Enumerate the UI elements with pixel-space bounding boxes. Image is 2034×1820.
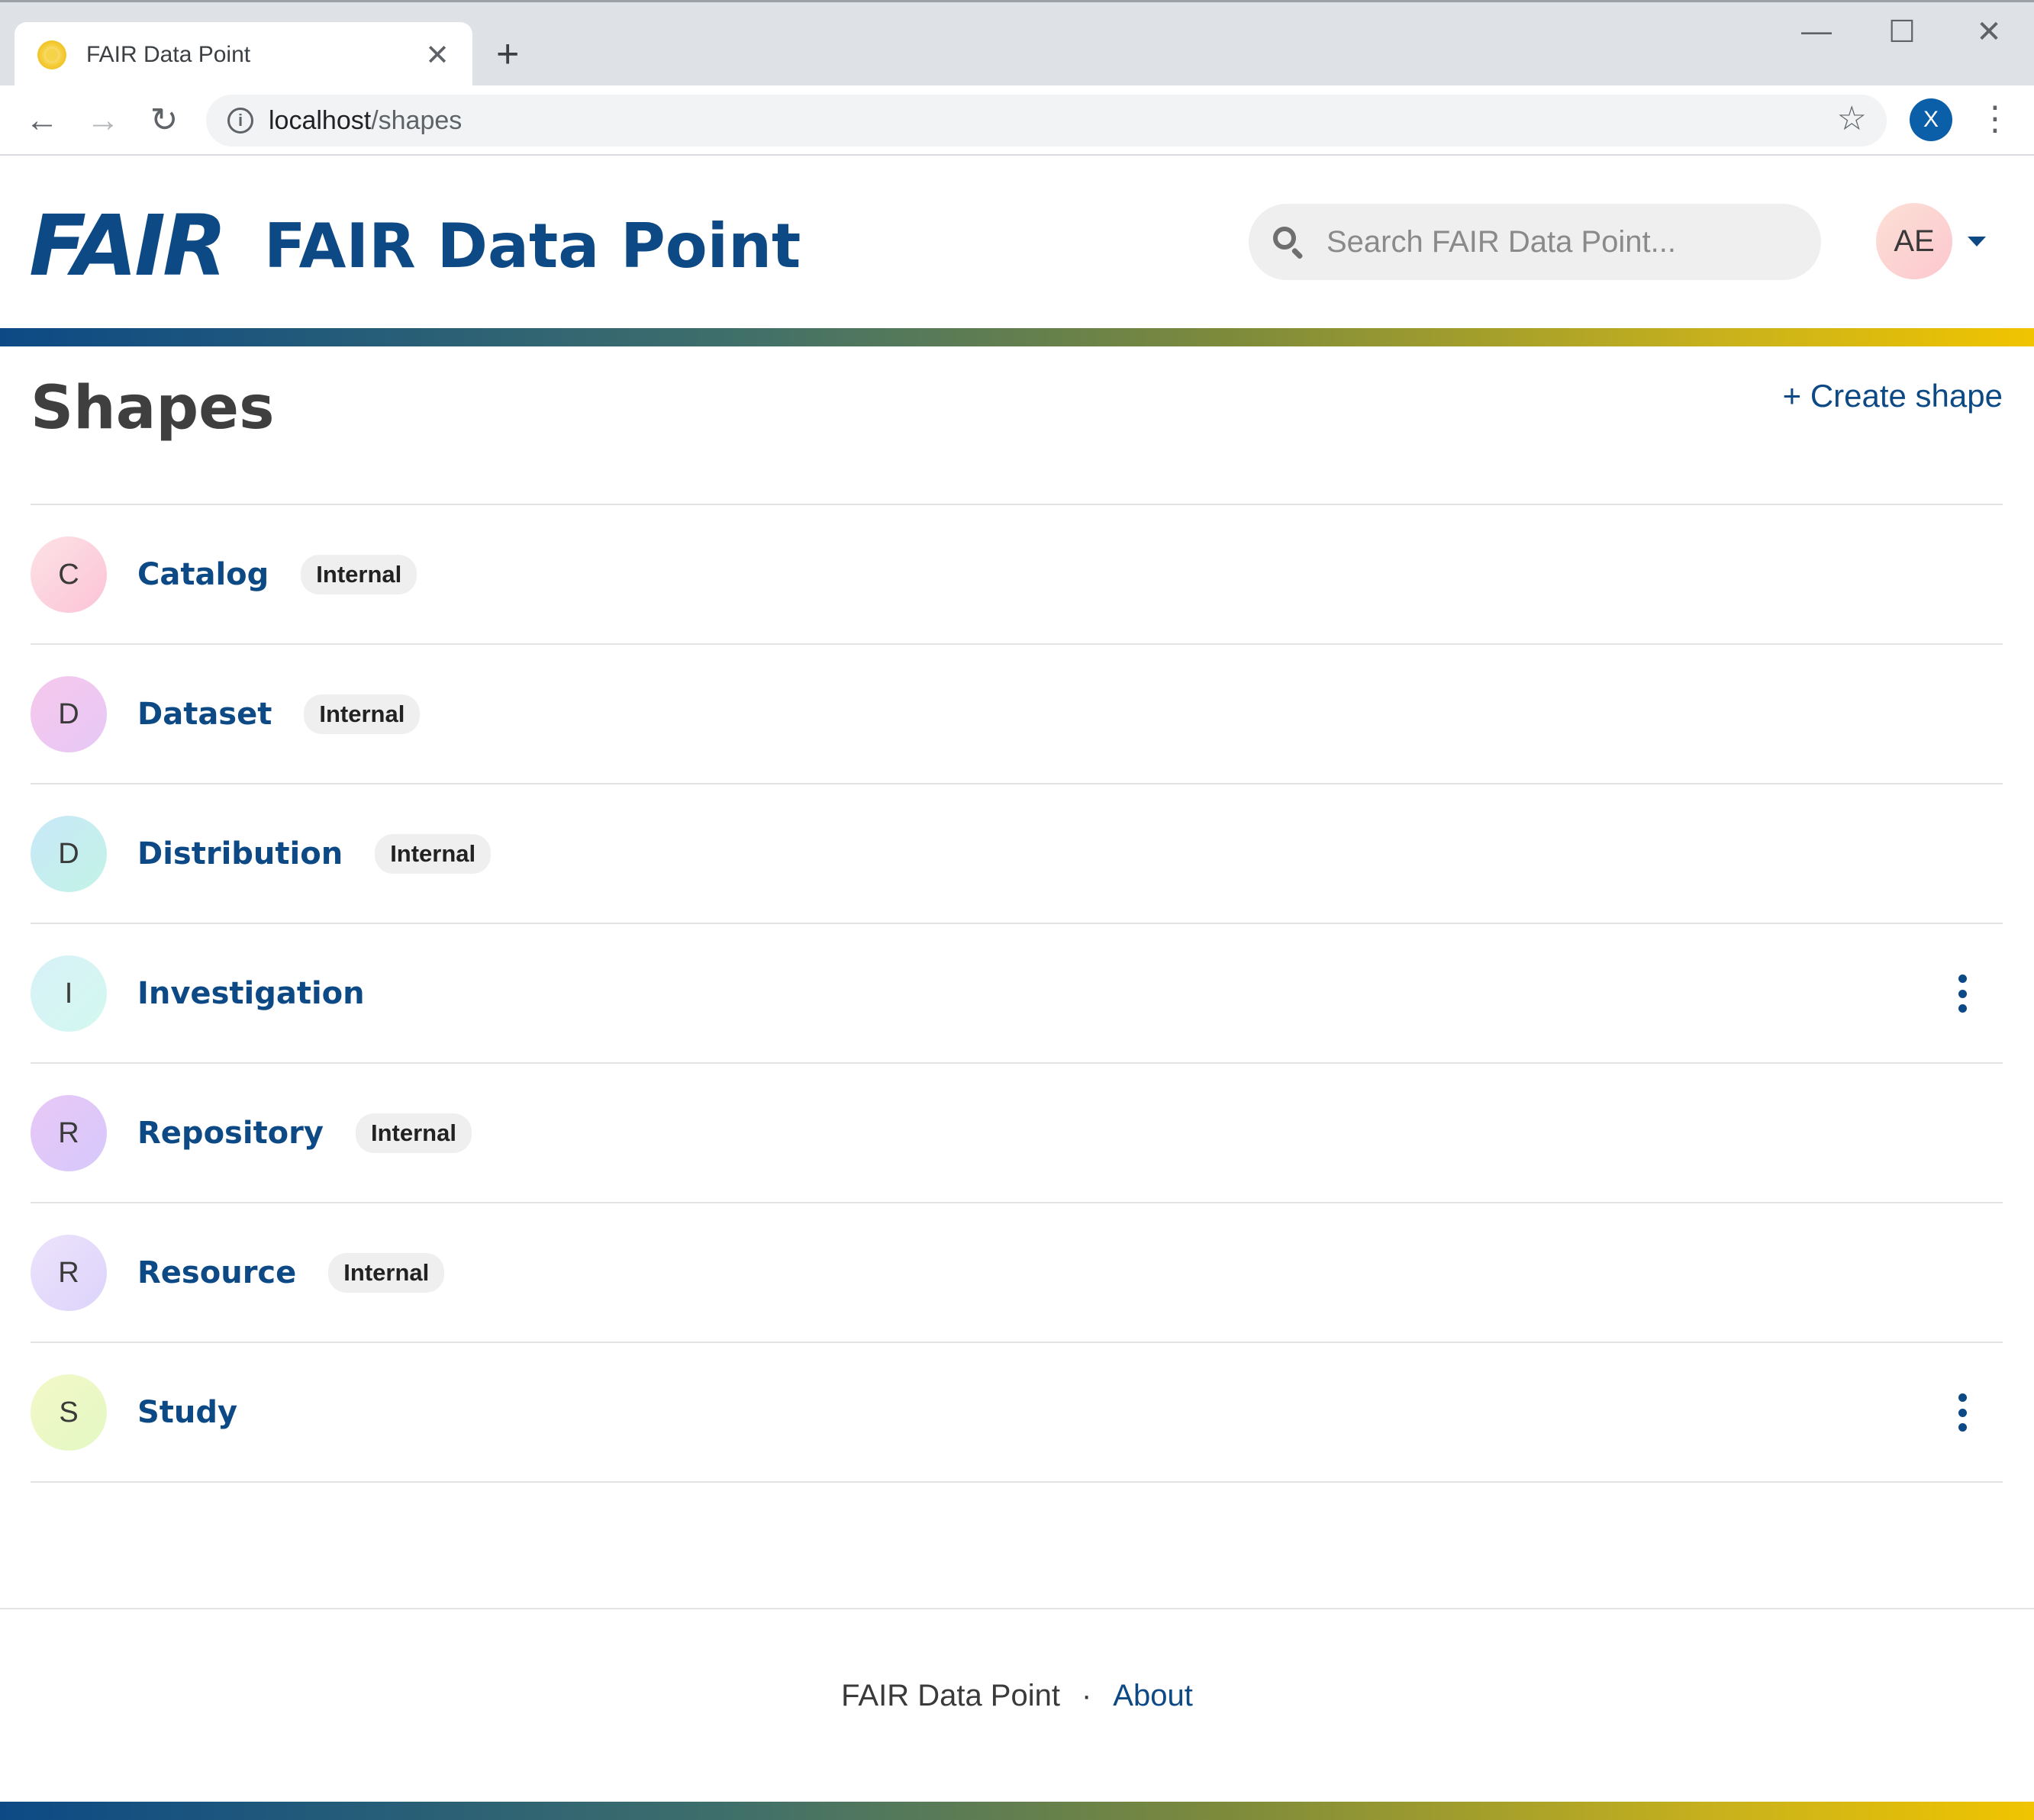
header-gradient-bar — [0, 328, 2034, 346]
more-vertical-icon[interactable] — [1951, 974, 1974, 1013]
url-host: localhost — [269, 105, 372, 135]
footer: FAIR Data Point · About — [0, 1679, 2034, 1713]
footer-separator: · — [1081, 1679, 1092, 1712]
user-menu[interactable]: AE — [1876, 203, 1986, 279]
url-text[interactable]: localhost/shapes — [269, 106, 462, 136]
shape-name-link[interactable]: Resource — [137, 1255, 296, 1290]
shape-row: R Repository Internal — [31, 1064, 2003, 1203]
shape-avatar: D — [31, 675, 107, 752]
url-path: /shapes — [371, 105, 463, 135]
internal-badge: Internal — [355, 1113, 472, 1153]
close-window-button[interactable]: ✕ — [1966, 14, 2012, 50]
shape-row: S Study — [31, 1343, 2003, 1483]
new-tab-button[interactable]: + — [496, 31, 519, 77]
search-box[interactable] — [1249, 204, 1821, 280]
shape-name-link[interactable]: Dataset — [137, 697, 272, 732]
internal-badge: Internal — [301, 554, 417, 594]
page-title: Shapes — [31, 374, 275, 443]
internal-badge: Internal — [328, 1252, 445, 1293]
browser-menu-icon[interactable]: ⋮ — [1978, 96, 2012, 142]
shape-name-link[interactable]: Repository — [137, 1116, 324, 1151]
shape-name-link[interactable]: Investigation — [137, 976, 365, 1011]
footer-app-name: FAIR Data Point — [841, 1679, 1060, 1712]
tab-title: FAIR Data Point — [86, 42, 251, 67]
search-input[interactable] — [1326, 224, 1784, 259]
shape-row: D Distribution Internal — [31, 784, 2003, 924]
shape-row: C Catalog Internal — [31, 505, 2003, 645]
about-link[interactable]: About — [1113, 1679, 1193, 1712]
address-bar[interactable]: i localhost/shapes ☆ — [206, 95, 1887, 147]
info-icon[interactable]: i — [227, 108, 253, 134]
fair-logo[interactable]: FAIR — [29, 204, 227, 288]
shape-list: C Catalog Internal D Dataset Internal D … — [31, 504, 2003, 1483]
shape-avatar: R — [31, 1094, 107, 1171]
chevron-down-icon[interactable] — [1968, 236, 1986, 246]
bookmark-star-icon[interactable]: ☆ — [1837, 99, 1867, 138]
shape-row: D Dataset Internal — [31, 645, 2003, 784]
shape-row: R Resource Internal — [31, 1203, 2003, 1343]
globe-icon — [37, 40, 66, 69]
reload-button[interactable]: ↻ — [141, 101, 187, 140]
shape-name-link[interactable]: Catalog — [137, 557, 269, 592]
browser-profile-avatar[interactable]: X — [1910, 98, 1952, 141]
shape-avatar: D — [31, 815, 107, 892]
search-icon — [1272, 225, 1305, 260]
shape-avatar: S — [31, 1374, 107, 1451]
app-header: FAIR FAIR Data Point AE — [0, 156, 2034, 328]
back-button[interactable]: ← — [19, 101, 65, 140]
footer-gradient-bar — [0, 1802, 2034, 1820]
browser-tab[interactable]: FAIR Data Point ✕ — [15, 22, 472, 88]
shape-name-link[interactable]: Study — [137, 1395, 237, 1430]
browser-tab-bar: FAIR Data Point ✕ + — ☐ ✕ — [0, 0, 2034, 88]
shape-avatar: C — [31, 536, 107, 613]
shape-avatar: I — [31, 955, 107, 1032]
internal-badge: Internal — [304, 694, 421, 734]
create-shape-link[interactable]: + Create shape — [1783, 378, 2003, 414]
close-tab-icon[interactable]: ✕ — [425, 38, 450, 72]
shape-avatar: R — [31, 1234, 107, 1311]
footer-divider — [0, 1608, 2034, 1609]
maximize-button[interactable]: ☐ — [1879, 14, 1925, 50]
minimize-button[interactable]: — — [1794, 14, 1839, 49]
browser-toolbar: ← → ↻ i localhost/shapes ☆ X ⋮ — [0, 85, 2034, 156]
user-avatar[interactable]: AE — [1876, 203, 1952, 279]
shape-name-link[interactable]: Distribution — [137, 836, 343, 871]
app-title[interactable]: FAIR Data Point — [264, 205, 801, 288]
internal-badge: Internal — [375, 833, 492, 874]
shape-row: I Investigation — [31, 924, 2003, 1064]
forward-button[interactable]: → — [80, 101, 126, 140]
more-vertical-icon[interactable] — [1951, 1393, 1974, 1432]
